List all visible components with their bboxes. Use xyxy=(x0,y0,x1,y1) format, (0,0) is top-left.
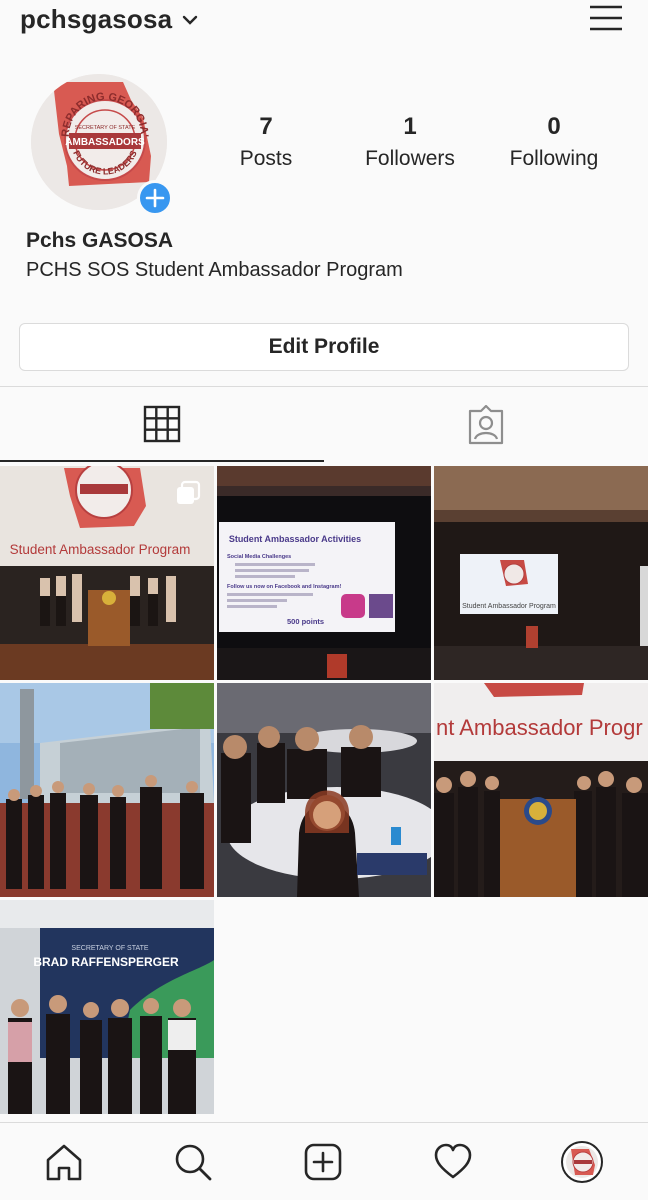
post-caption: Student Ambassador Program xyxy=(462,603,556,610)
tab-divider xyxy=(0,386,648,387)
add-post-icon xyxy=(304,1143,342,1181)
posts-count[interactable]: 7 Posts xyxy=(196,112,336,176)
post-image: SECRETARY OF STATE BRAD RAFFENSPERGER xyxy=(0,900,214,1114)
bottom-navigation xyxy=(0,1122,648,1200)
avatar-text-middle: SECRETARY OF STATE xyxy=(75,125,136,131)
account-switcher[interactable]: pchsgasosa xyxy=(20,4,198,35)
posts-count-value: 7 xyxy=(259,113,273,140)
nav-search[interactable] xyxy=(172,1141,214,1183)
slide-title: Student Ambassador Activities xyxy=(229,534,361,544)
post-thumbnail[interactable] xyxy=(0,683,214,897)
post-image xyxy=(217,683,431,897)
plus-icon xyxy=(145,188,165,208)
home-icon xyxy=(46,1144,82,1181)
nav-profile[interactable] xyxy=(561,1141,603,1183)
posts-count-label: Posts xyxy=(239,147,293,170)
slide-line: Follow us now on Facebook and Instagram! xyxy=(227,584,341,590)
followers-count-label: Followers xyxy=(365,147,455,170)
nav-new-post[interactable] xyxy=(302,1141,344,1183)
slide-line: Social Media Challenges xyxy=(227,554,291,560)
following-count-label: Following xyxy=(509,147,599,170)
post-thumbnail[interactable]: Student Ambassador Program xyxy=(0,466,214,680)
banner-subtitle: SECRETARY OF STATE xyxy=(71,945,148,952)
slide-line: 500 points xyxy=(287,617,324,626)
followers-count[interactable]: 1 Followers xyxy=(340,112,480,176)
profile-avatar-icon xyxy=(561,1141,603,1183)
post-image: nt Ambassador Progr xyxy=(434,683,648,897)
username: pchsgasosa xyxy=(20,4,173,34)
nav-activity[interactable] xyxy=(432,1141,474,1183)
post-caption: Student Ambassador Program xyxy=(10,542,191,557)
post-image xyxy=(0,683,214,897)
post-caption: nt Ambassador Progr xyxy=(436,715,643,740)
grid-icon xyxy=(143,405,181,443)
multiple-photos-icon xyxy=(177,480,201,504)
post-image: Student Ambassador Program xyxy=(434,466,648,680)
display-name: Pchs GASOSA xyxy=(26,229,174,252)
post-thumbnail[interactable]: nt Ambassador Progr xyxy=(434,683,648,897)
post-image: Student Ambassador Activities Social Med… xyxy=(217,466,431,680)
following-count-value: 0 xyxy=(547,113,561,140)
followers-count-value: 1 xyxy=(403,113,417,140)
search-icon xyxy=(175,1144,212,1181)
post-thumbnail[interactable]: Student Ambassador Activities Social Med… xyxy=(217,466,431,680)
post-thumbnail[interactable] xyxy=(217,683,431,897)
avatar-text-main: AMBASSADORS xyxy=(65,137,145,148)
bio-text: PCHS SOS Student Ambassador Program xyxy=(26,259,403,281)
post-thumbnail[interactable]: SECRETARY OF STATE BRAD RAFFENSPERGER xyxy=(0,900,214,1114)
tagged-person-icon xyxy=(468,405,504,445)
nav-home[interactable] xyxy=(43,1141,85,1183)
chevron-down-icon xyxy=(183,15,198,25)
menu-button[interactable] xyxy=(588,2,624,34)
heart-icon xyxy=(434,1143,472,1179)
following-count[interactable]: 0 Following xyxy=(484,112,624,176)
hamburger-menu-icon xyxy=(590,5,622,31)
post-thumbnail[interactable]: Student Ambassador Program xyxy=(434,466,648,680)
edit-profile-button[interactable]: Edit Profile xyxy=(19,323,629,371)
tab-tagged[interactable] xyxy=(324,388,648,462)
banner-title: BRAD RAFFENSPERGER xyxy=(33,955,179,969)
tab-grid[interactable] xyxy=(0,388,324,462)
add-story-button[interactable] xyxy=(137,180,173,216)
top-bar: pchsgasosa xyxy=(0,0,648,40)
